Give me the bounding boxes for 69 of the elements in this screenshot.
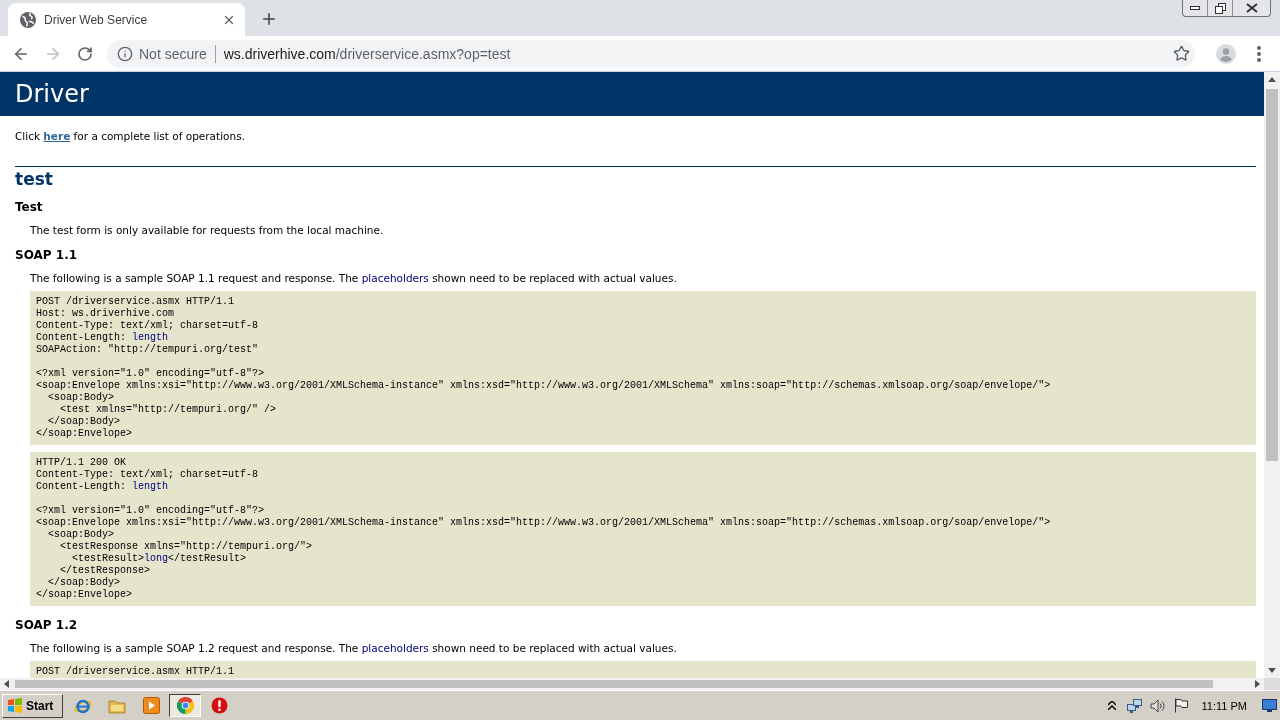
desktop-icon — [1262, 699, 1277, 712]
minimize-icon — [1190, 6, 1200, 10]
security-indicator[interactable]: Not secure — [115, 45, 209, 62]
scrollbar-corner — [1264, 678, 1280, 690]
restore-icon — [1214, 2, 1226, 14]
scrollbar-thumb[interactable] — [1266, 89, 1278, 461]
code-line: Content-Type: text/xml; charset=utf-8 — [36, 469, 260, 481]
reload-icon — [77, 45, 93, 62]
speaker-icon — [1150, 698, 1167, 713]
code-line: Content-Length: length — [36, 332, 170, 344]
code-line: <soap:Envelope xmlns:xsi="http://www.w3.org/2001/XMLSchema-instance" xmlns:xsd="http://www.w3.org/2001/XMLSchema" xmlns:soap="http://schemas.xmlsoap.org/soap/envelope/"> — [36, 517, 1052, 529]
triangle-left-icon — [4, 680, 9, 688]
section-text: The following is a sample SOAP 1.2 request and response. The placeholders shown need to be replaced with actual values. — [30, 641, 678, 655]
star-icon — [1172, 45, 1190, 62]
section-heading: SOAP 1.1 — [15, 247, 79, 263]
code-line: </soap:Body> — [47, 416, 121, 428]
section-heading: Test — [15, 199, 44, 215]
code-line: <test xmlns="http://tempuri.org/" /> — [59, 404, 278, 416]
browser-tab[interactable]: Driver Web Service — [8, 3, 245, 36]
code-line: <testResponse xmlns="http://tempuri.org/"> — [59, 541, 314, 553]
section-text: The test form is only available for requests from the local machine. — [30, 223, 385, 237]
code-line: <soap:Body> — [47, 529, 115, 541]
taskbar-button[interactable] — [169, 694, 201, 717]
service-title: Driver — [0, 72, 1264, 116]
folder-icon — [108, 697, 126, 714]
info-icon — [117, 45, 133, 62]
play-icon — [142, 697, 160, 714]
code-line: </testResponse> — [59, 565, 152, 577]
code-line: POST /driverservice.asmx HTTP/1.1 — [36, 666, 236, 678]
address-bar[interactable]: Not secure ws.driverhive.com/driverservice.asmx?op=test — [107, 39, 1195, 68]
code-line: <soap:Envelope xmlns:xsi="http://www.w3.org/2001/XMLSchema-instance" xmlns:xsd="http://www.w3.org/2001/XMLSchema" xmlns:soap="http://schemas.xmlsoap.org/soap/envelope/"> — [36, 380, 1052, 392]
url-text: ws.driverhive.com/driverservice.asmx?op=test — [223, 45, 511, 62]
code-line: SOAPAction: "http://tempuri.org/test" — [36, 344, 260, 356]
code-line: Content-Length: length — [36, 481, 170, 493]
avatar-icon — [1216, 43, 1236, 64]
code-line: Content-Type: text/xml; charset=utf-8 — [36, 320, 260, 332]
horizontal-scrollbar[interactable] — [0, 678, 1264, 690]
flag-icon — [1174, 698, 1189, 713]
code-line: <testResult>long</testResult> — [71, 553, 248, 565]
triangle-down-icon — [1268, 668, 1276, 673]
network-icon — [1127, 697, 1144, 714]
globe-icon — [20, 11, 36, 28]
section-heading: SOAP 1.2 — [15, 617, 79, 633]
code-line: POST /driverservice.asmx HTTP/1.1 — [36, 296, 236, 308]
intro-text: Click here for a complete list of operations. — [15, 129, 246, 143]
code-line: </soap:Body> — [47, 577, 121, 589]
code-line: HTTP/1.1 200 OK — [36, 457, 127, 469]
alert-icon — [210, 697, 228, 714]
triangle-up-icon — [1268, 77, 1276, 82]
plus-icon — [260, 10, 278, 28]
operation-title: test — [15, 169, 54, 189]
vertical-scrollbar[interactable] — [1264, 72, 1280, 678]
round-logo-icon — [176, 697, 194, 714]
code-line: </soap:Envelope> — [36, 589, 133, 601]
start-button[interactable]: Start — [2, 693, 63, 718]
clock-text[interactable]: 11:11 PM — [1201, 699, 1247, 712]
chevron-up-icon — [1108, 701, 1117, 710]
triangle-right-icon — [1255, 680, 1260, 688]
code-line: <?xml version="1.0" encoding="utf-8"?> — [36, 368, 266, 380]
code-line: </soap:Envelope> — [36, 428, 133, 440]
operations-link[interactable]: here — [43, 130, 71, 142]
flag-logo-icon — [7, 698, 23, 713]
scrollbar-thumb[interactable] — [15, 680, 1213, 688]
code-line: <soap:Body> — [47, 392, 115, 404]
menu-icon — [1257, 45, 1261, 62]
code-line: Host: ws.driverhive.com — [36, 308, 176, 320]
code-line: <?xml version="1.0" encoding="utf-8"?> — [36, 505, 266, 517]
close-icon — [1245, 3, 1258, 13]
section-text: The following is a sample SOAP 1.1 request and response. The placeholders shown need to be replaced with actual values. — [30, 271, 678, 285]
